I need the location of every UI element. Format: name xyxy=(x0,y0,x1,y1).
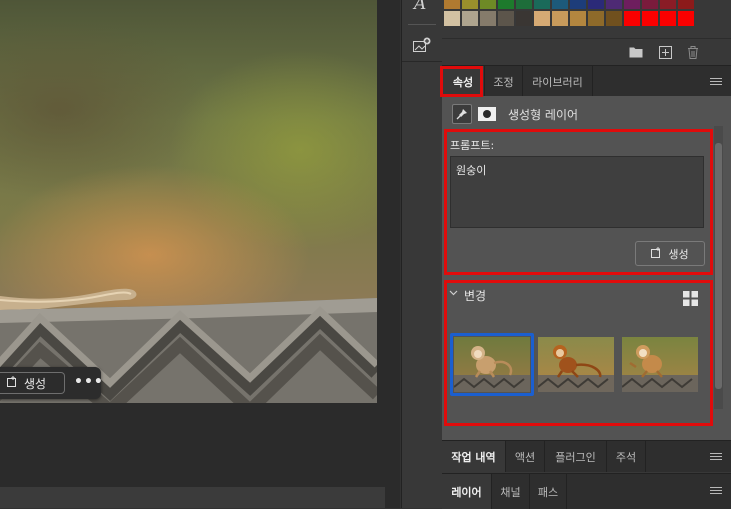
history-panel-menu-icon[interactable] xyxy=(710,453,722,462)
tab-adjustments[interactable]: 조정 xyxy=(485,66,523,97)
color-swatch[interactable] xyxy=(552,0,568,9)
grid-view-icon[interactable] xyxy=(683,291,698,306)
tab-libraries-label: 라이브러리 xyxy=(532,75,583,89)
color-swatch[interactable] xyxy=(606,0,622,9)
color-swatch[interactable] xyxy=(444,0,460,9)
tab-history[interactable]: 작업 내역 xyxy=(442,441,506,472)
color-swatch[interactable] xyxy=(642,11,658,26)
tab-plugins-label: 플러그인 xyxy=(555,450,596,464)
layer-type-label: 생성형 레이어 xyxy=(508,107,579,122)
tab-notes-label: 주석 xyxy=(615,450,637,464)
tab-actions-label: 액션 xyxy=(514,450,536,464)
prompt-input[interactable]: 원숭이 xyxy=(450,156,704,228)
generate-icon xyxy=(651,246,662,261)
new-swatch-icon[interactable] xyxy=(659,46,673,59)
tab-actions[interactable]: 액션 xyxy=(506,441,545,472)
chevron-down-icon[interactable] xyxy=(449,288,459,298)
canvas-area[interactable]: 생성 ••• xyxy=(0,0,400,508)
color-swatch[interactable] xyxy=(534,11,550,26)
tab-notes[interactable]: 주석 xyxy=(607,441,646,472)
color-swatch[interactable] xyxy=(588,0,604,9)
tool-strip-divider xyxy=(408,24,436,25)
trash-icon[interactable] xyxy=(687,46,701,59)
layers-tab-row: 레이어 채널 패스 xyxy=(442,473,731,509)
color-swatch[interactable] xyxy=(498,11,514,26)
layer-type-row: 생성형 레이어 xyxy=(452,104,578,124)
color-swatch[interactable] xyxy=(480,0,496,9)
tab-paths[interactable]: 패스 xyxy=(530,474,567,509)
swatches-grid xyxy=(442,0,731,38)
swatches-toolbar xyxy=(442,38,731,66)
variation-thumbnail-3[interactable] xyxy=(622,337,698,392)
tab-libraries[interactable]: 라이브러리 xyxy=(523,66,593,97)
properties-tab-row: 속성 조정 라이브러리 xyxy=(442,65,731,97)
contextual-task-bar: 생성 ••• xyxy=(0,367,103,399)
tool-strip-divider xyxy=(402,61,442,62)
color-swatch[interactable] xyxy=(498,0,514,9)
layer-mask-icon[interactable] xyxy=(478,107,496,121)
generative-layer-icon[interactable] xyxy=(412,37,432,55)
generate-button-label: 생성 xyxy=(668,247,689,261)
color-swatch[interactable] xyxy=(570,0,586,9)
tab-layers[interactable]: 레이어 xyxy=(442,474,492,509)
tab-channels-label: 채널 xyxy=(500,485,521,499)
variations-section: 변경 xyxy=(444,281,710,422)
properties-scrollbar[interactable] xyxy=(714,126,723,409)
variation-thumbnail-1[interactable] xyxy=(454,337,530,392)
color-swatch[interactable] xyxy=(624,0,640,9)
tab-properties-label: 속성 xyxy=(452,75,474,89)
scrollbar-thumb[interactable] xyxy=(715,143,722,389)
generate-icon xyxy=(7,376,18,390)
properties-panel-menu-icon[interactable] xyxy=(710,78,722,87)
variations-title: 변경 xyxy=(464,289,487,303)
tab-history-label: 작업 내역 xyxy=(451,450,496,464)
color-swatch[interactable] xyxy=(462,0,478,9)
color-swatch[interactable] xyxy=(624,11,640,26)
task-bar-generate-button[interactable]: 생성 xyxy=(0,372,65,394)
color-swatch[interactable] xyxy=(516,0,532,9)
color-swatch[interactable] xyxy=(552,11,568,26)
color-swatch[interactable] xyxy=(444,11,460,26)
tab-channels[interactable]: 채널 xyxy=(492,474,530,509)
task-bar-generate-label: 생성 xyxy=(24,376,47,391)
right-panel-dock: 속성 조정 라이브러리 생성형 레이어 프롬프트: 원숭이 생성 변경 작업 내… xyxy=(440,0,731,509)
color-swatch[interactable] xyxy=(462,11,478,26)
canvas-scroll-area xyxy=(0,487,385,508)
document-image[interactable] xyxy=(0,0,377,403)
tab-layers-label: 레이어 xyxy=(451,485,482,499)
history-tab-row: 작업 내역 액션 플러그인 주석 xyxy=(442,440,731,472)
color-swatch[interactable] xyxy=(534,0,550,9)
color-swatch[interactable] xyxy=(678,11,694,26)
generate-button[interactable]: 생성 xyxy=(635,241,705,266)
folder-icon[interactable] xyxy=(629,46,643,59)
variation-thumbnail-2[interactable] xyxy=(538,337,614,392)
prompt-label: 프롬프트: xyxy=(450,139,495,152)
color-swatch[interactable] xyxy=(570,11,586,26)
properties-panel: 생성형 레이어 프롬프트: 원숭이 생성 변경 xyxy=(442,96,731,440)
tab-plugins[interactable]: 플러그인 xyxy=(545,441,607,472)
color-swatch[interactable] xyxy=(678,0,694,9)
tab-paths-label: 패스 xyxy=(537,485,559,499)
color-swatch[interactable] xyxy=(642,0,658,9)
color-swatch[interactable] xyxy=(480,11,496,26)
color-swatch[interactable] xyxy=(606,11,622,26)
color-swatch[interactable] xyxy=(516,11,532,26)
pin-icon[interactable] xyxy=(452,104,472,124)
type-tool-icon[interactable]: A xyxy=(414,0,432,14)
color-swatch[interactable] xyxy=(660,0,676,9)
tab-properties[interactable]: 속성 xyxy=(442,66,485,97)
layers-panel-menu-icon[interactable] xyxy=(710,487,722,496)
color-swatch[interactable] xyxy=(588,11,604,26)
prompt-section: 프롬프트: 원숭이 생성 xyxy=(444,132,710,272)
panel-tool-strip: A xyxy=(401,0,443,508)
color-swatch[interactable] xyxy=(660,11,676,26)
more-options-button[interactable]: ••• xyxy=(74,373,103,393)
tab-adjustments-label: 조정 xyxy=(493,75,514,89)
